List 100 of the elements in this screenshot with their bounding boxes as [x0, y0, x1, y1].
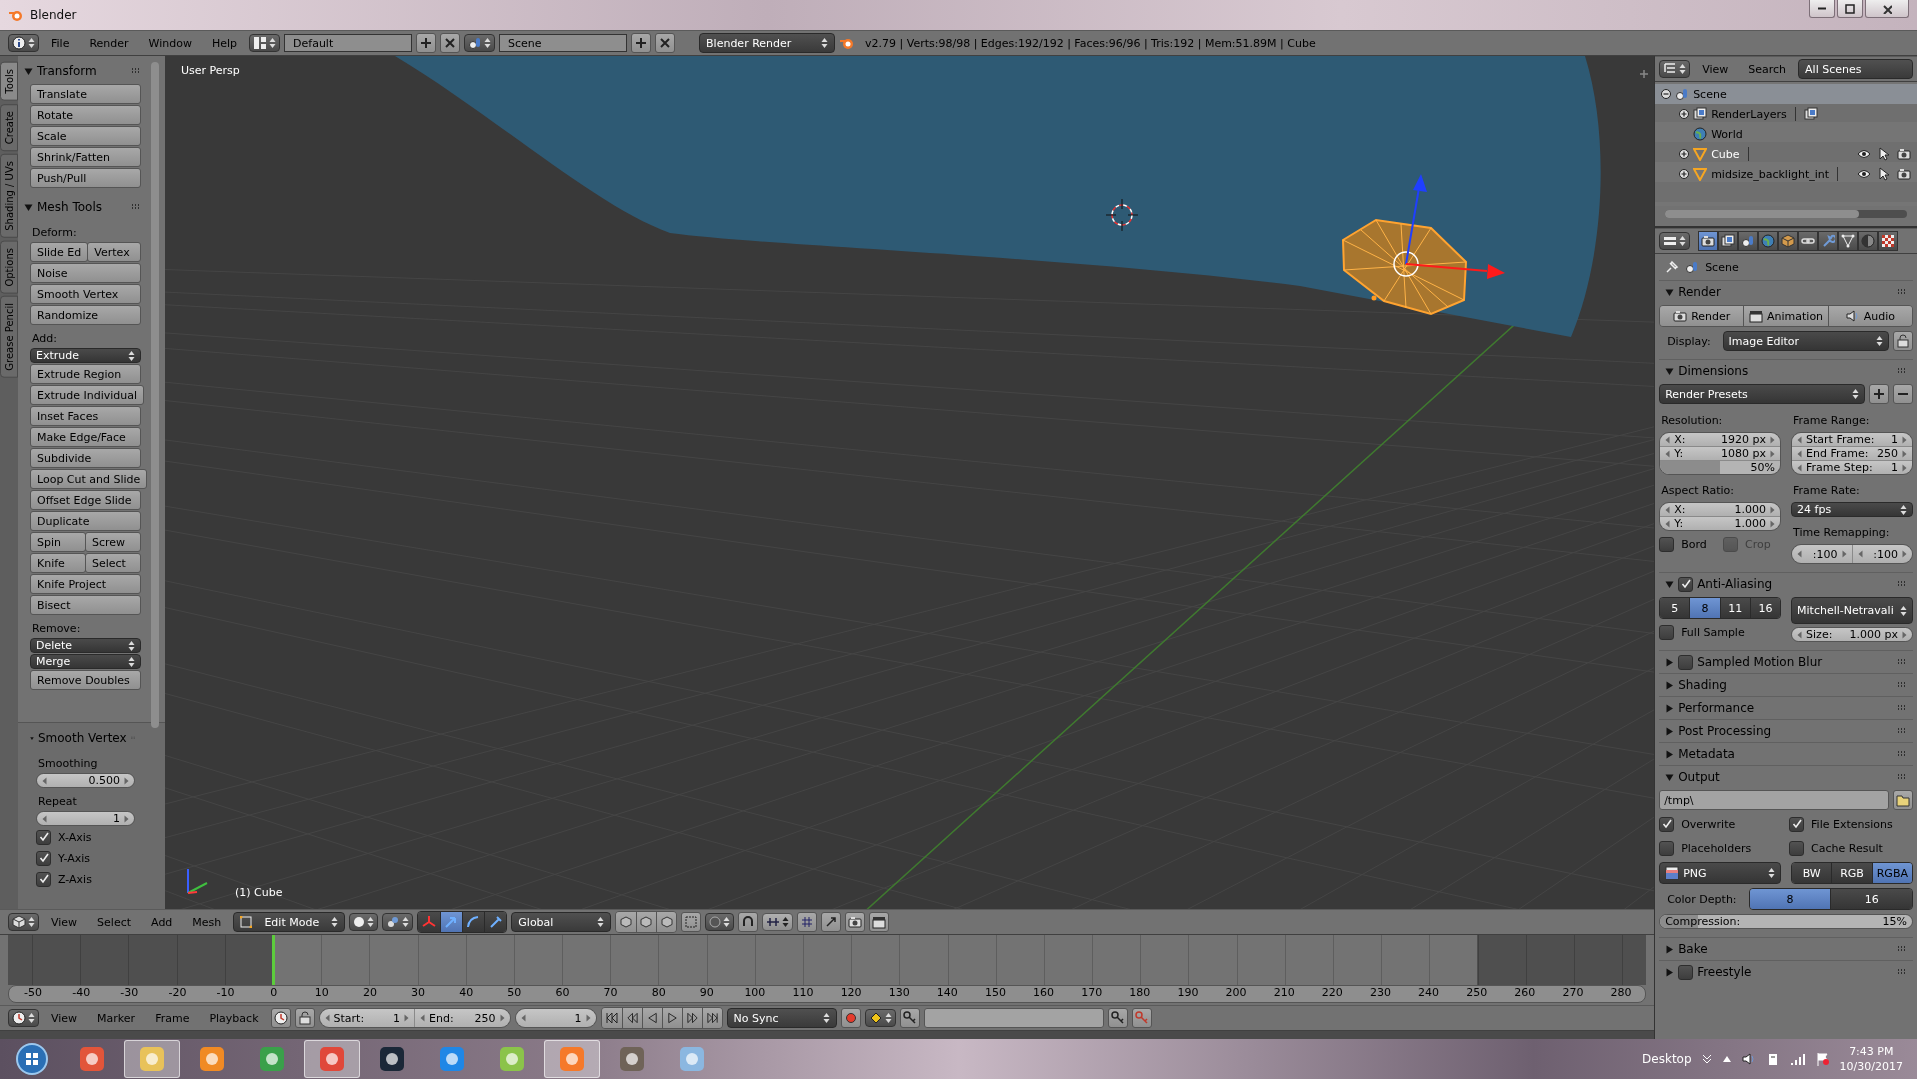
- render-action-button[interactable]: Render: [1660, 306, 1744, 326]
- tool-button[interactable]: Knife: [30, 553, 86, 573]
- item-label[interactable]: RenderLayers: [1711, 107, 1787, 121]
- dropdown[interactable]: Merge: [30, 654, 141, 669]
- panel-title[interactable]: Dimensions: [1678, 364, 1893, 378]
- number-field[interactable]: End Frame: 250: [1792, 446, 1912, 460]
- panel-title[interactable]: Anti-Aliasing: [1697, 577, 1893, 591]
- number-field[interactable]: 1: [515, 1009, 596, 1027]
- dropdown[interactable]: Mitchell-Netravali: [1791, 597, 1913, 624]
- tool-button[interactable]: Offset Edge Slide: [30, 490, 141, 510]
- presets-dropdown[interactable]: Render Presets: [1659, 384, 1865, 404]
- panel-title[interactable]: Post Processing: [1678, 724, 1893, 738]
- toggle-button[interactable]: RGB: [1831, 863, 1872, 883]
- menu-item[interactable]: View: [43, 1009, 86, 1027]
- desktop-toolbar-label[interactable]: Desktop: [1642, 1052, 1692, 1066]
- tool-button[interactable]: Duplicate: [30, 511, 141, 531]
- tool-button[interactable]: Noise: [30, 263, 141, 283]
- outliner-row[interactable]: Scene: [1655, 84, 1917, 104]
- menu-item[interactable]: Marker: [89, 1009, 144, 1027]
- outliner-row[interactable]: midsize_backlight_int: [1673, 164, 1917, 184]
- side-tab[interactable]: Grease Pencil: [0, 296, 18, 378]
- render-action-button[interactable]: Audio: [1827, 306, 1912, 326]
- menu-item[interactable]: Add: [143, 913, 181, 931]
- clock-time[interactable]: 7:43 PM: [1849, 1045, 1894, 1058]
- number-field[interactable]: 0.500: [37, 774, 134, 787]
- tool-button[interactable]: Inset Faces: [30, 406, 141, 426]
- tool-button[interactable]: Select: [85, 553, 141, 573]
- dropdown[interactable]: Delete: [30, 638, 141, 653]
- tool-button[interactable]: Slide Ed: [30, 242, 89, 262]
- item-label[interactable]: World: [1711, 127, 1743, 141]
- orientation-dropdown[interactable]: Global: [511, 912, 612, 932]
- render-action-button[interactable]: Animation: [1743, 306, 1828, 326]
- menu-item[interactable]: Search: [1740, 60, 1795, 78]
- menu-item[interactable]: Mesh: [184, 913, 230, 931]
- toggle-button[interactable]: RGBA: [1871, 863, 1912, 883]
- number-field[interactable]: X: 1.000: [1660, 503, 1781, 516]
- tool-button[interactable]: Extrude Region: [30, 364, 141, 384]
- panel-title[interactable]: Sampled Motion Blur: [1697, 655, 1893, 669]
- side-tab[interactable]: Shading / UVs: [0, 153, 18, 238]
- number-field[interactable]: Y: 1.000: [1660, 516, 1781, 530]
- panel-title[interactable]: Shading: [1678, 678, 1893, 692]
- menu-item[interactable]: Playback: [201, 1009, 267, 1027]
- tool-button[interactable]: Subdivide: [30, 448, 141, 468]
- slider[interactable]: Compression: 15%: [1660, 915, 1912, 928]
- panel-title[interactable]: Output: [1678, 770, 1893, 784]
- item-label[interactable]: midsize_backlight_int: [1711, 167, 1830, 181]
- dropdown[interactable]: Image Editor: [1722, 331, 1889, 351]
- item-label[interactable]: Cube: [1711, 147, 1740, 161]
- dropdown[interactable]: 24 fps: [1791, 502, 1913, 517]
- tool-button[interactable]: Extrude Individual: [30, 385, 145, 405]
- toggle-button[interactable]: 5: [1660, 598, 1690, 618]
- toggle-button[interactable]: 8: [1689, 598, 1720, 618]
- outliner-row[interactable]: World: [1673, 124, 1917, 144]
- panel-title[interactable]: Performance: [1678, 701, 1893, 715]
- menu-item[interactable]: Help: [203, 34, 246, 52]
- layout-name-field[interactable]: Default: [284, 34, 413, 52]
- side-tab[interactable]: Options: [0, 240, 18, 294]
- menu-item[interactable]: File: [43, 34, 78, 52]
- panel-title[interactable]: Render: [1678, 285, 1893, 299]
- toggle-button[interactable]: 11: [1719, 598, 1750, 618]
- tool-button[interactable]: Smooth Vertex: [30, 284, 141, 304]
- mode-dropdown[interactable]: Edit Mode: [233, 912, 346, 932]
- tool-button[interactable]: Screw: [85, 532, 141, 552]
- menu-item[interactable]: View: [43, 913, 86, 931]
- sync-dropdown[interactable]: No Sync: [726, 1008, 837, 1028]
- display-filter-dropdown[interactable]: All Scenes: [1798, 59, 1913, 79]
- scene-name-field[interactable]: Scene: [499, 34, 628, 52]
- tool-button[interactable]: Knife Project: [30, 574, 141, 594]
- panel-title[interactable]: Metadata: [1678, 747, 1893, 761]
- tool-button[interactable]: Push/Pull: [30, 168, 141, 188]
- number-field[interactable]: Frame Step: 1: [1792, 460, 1912, 474]
- panel-title[interactable]: Smooth Vertex: [37, 731, 127, 745]
- number-field[interactable]: Start Frame: 1: [1792, 433, 1912, 446]
- menu-item[interactable]: Window: [140, 34, 200, 52]
- tool-button[interactable]: Loop Cut and Slide: [30, 469, 148, 489]
- tool-button[interactable]: Bisect: [30, 595, 141, 615]
- menu-item[interactable]: View: [1694, 60, 1737, 78]
- panel-title[interactable]: Transform: [37, 64, 127, 78]
- panel-title[interactable]: Freestyle: [1697, 965, 1893, 979]
- outliner-row[interactable]: Cube: [1673, 144, 1917, 164]
- panel-title[interactable]: Bake: [1678, 942, 1893, 956]
- output-path-field[interactable]: /tmp\: [1659, 790, 1889, 810]
- slider[interactable]: 50%: [1660, 460, 1781, 474]
- tool-button[interactable]: Rotate: [30, 105, 141, 125]
- render-engine-dropdown[interactable]: Blender Render: [699, 33, 836, 53]
- side-tab[interactable]: Tools: [0, 62, 18, 101]
- tool-button[interactable]: Randomize: [30, 305, 141, 325]
- item-label[interactable]: Scene: [1693, 87, 1727, 101]
- number-field[interactable]: 1: [37, 812, 134, 825]
- menu-item[interactable]: Render: [81, 34, 137, 52]
- tool-button[interactable]: Vertex: [87, 242, 141, 262]
- menu-item[interactable]: Frame: [147, 1009, 198, 1027]
- number-field[interactable]: Size: 1.000 px: [1792, 628, 1912, 641]
- tool-button[interactable]: Remove Doubles: [30, 670, 141, 690]
- toggle-button[interactable]: 16: [1830, 889, 1912, 909]
- tool-button[interactable]: Spin: [30, 532, 86, 552]
- tool-button[interactable]: Translate: [30, 84, 141, 104]
- toggle-button[interactable]: 8: [1749, 889, 1831, 909]
- side-tab[interactable]: Create: [0, 103, 18, 151]
- menu-item[interactable]: Select: [89, 913, 140, 931]
